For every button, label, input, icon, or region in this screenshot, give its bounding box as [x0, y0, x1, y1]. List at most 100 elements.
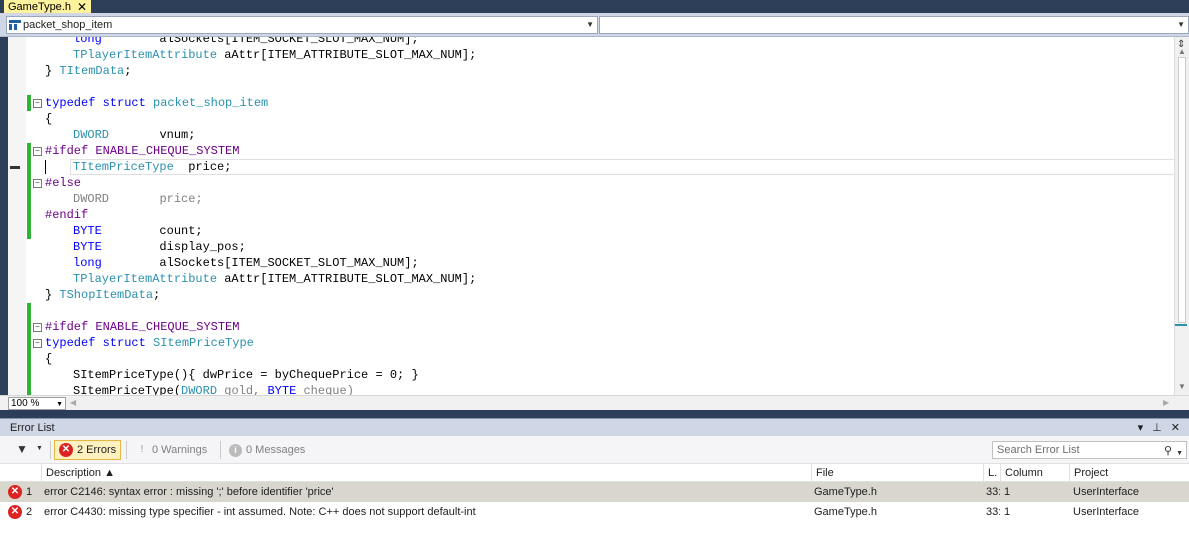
code-token: TPlayerItemAttribute: [73, 272, 218, 286]
scroll-marker: [1175, 324, 1187, 326]
error-description: error C4430: missing type specifier - in…: [44, 506, 476, 518]
scroll-left-icon[interactable]: ◀: [70, 398, 76, 407]
code-token: #ifdef: [45, 320, 89, 334]
code-token: aAttr[ITEM_ATTRIBUTE_SLOT_MAX_NUM];: [217, 272, 477, 286]
error-file: GameType.h: [814, 486, 877, 498]
error-icon: ✕: [8, 485, 22, 499]
close-icon[interactable]: ✕: [77, 1, 87, 13]
tab-title: GameType.h: [8, 0, 71, 13]
code-token: cheque): [296, 384, 354, 395]
chevron-down-icon[interactable]: ▼: [1176, 446, 1183, 462]
code-token: }: [45, 64, 60, 78]
code-line: } TItemData;: [26, 63, 1174, 79]
code-token: long: [73, 256, 102, 270]
code-token: aAttr[ITEM_ATTRIBUTE_SLOT_MAX_NUM];: [217, 48, 477, 62]
table-row[interactable]: ✕ 1 error C2146: syntax error : missing …: [0, 482, 1189, 502]
breakpoint-marker-icon: [10, 166, 20, 169]
code-token: ;: [153, 288, 161, 302]
code-line: [26, 303, 1174, 335]
error-list-toolbar: ▼ ▼ ✕ 2 Errors ! 0 Warnings i 0 Messages…: [0, 436, 1189, 464]
panel-window-controls[interactable]: ▾ ⊥ ✕: [1138, 419, 1183, 437]
code-line: {: [26, 111, 1174, 127]
column-header-icon[interactable]: [0, 464, 42, 482]
error-column: 1: [1004, 486, 1011, 498]
code-token: TShopItemData: [59, 288, 154, 302]
code-token: SItemPriceType(){ dwPrice = byChequePric…: [73, 368, 419, 382]
chevron-down-icon[interactable]: ▼: [586, 20, 594, 29]
scroll-right-icon[interactable]: ▶: [1163, 398, 1169, 407]
errors-filter-button[interactable]: ✕ 2 Errors: [54, 440, 122, 460]
row-number: 1: [26, 486, 33, 498]
chevron-down-icon[interactable]: ▼: [56, 399, 63, 410]
document-tab-strip: GameType.h ✕: [0, 0, 1189, 13]
scope-value: packet_shop_item: [23, 19, 113, 31]
code-line: {: [26, 351, 1174, 383]
code-token: display_pos;: [159, 240, 246, 254]
code-token: #endif: [45, 208, 89, 222]
tab-gametype-h[interactable]: GameType.h ✕: [4, 0, 92, 13]
toolbar-separator: [126, 441, 127, 459]
code-token: count;: [159, 224, 203, 238]
scroll-up-icon[interactable]: ▲: [1178, 47, 1186, 56]
info-icon: i: [229, 443, 242, 457]
scrollbar-thumb[interactable]: [1178, 57, 1186, 323]
collapse-icon[interactable]: −: [33, 323, 42, 332]
scroll-down-icon[interactable]: ▼: [1178, 382, 1186, 391]
error-project: UserInterface: [1073, 506, 1140, 518]
code-line: SItemPriceType(){ dwPrice = byChequePric…: [26, 367, 1174, 395]
column-header-project[interactable]: Project: [1070, 464, 1189, 482]
code-line: DWORD vnum;: [26, 127, 1174, 159]
code-editor[interactable]: long alSockets[ITEM_SOCKET_SLOT_MAX_NUM]…: [0, 37, 1189, 395]
code-token: vnum;: [159, 128, 196, 142]
warnings-filter-button[interactable]: ! 0 Warnings: [132, 440, 211, 460]
member-dropdown[interactable]: ▼: [599, 16, 1189, 34]
code-token: long: [73, 37, 102, 46]
code-token: price;: [159, 192, 203, 206]
code-token: BYTE: [73, 224, 102, 238]
navigation-bar: packet_shop_item ▼ ▼: [0, 13, 1189, 37]
code-line: BYTE display_pos;: [26, 239, 1174, 255]
code-token: {: [45, 352, 53, 366]
collapse-icon[interactable]: −: [33, 339, 42, 348]
code-line: TItemPriceType price;: [26, 159, 1174, 191]
search-error-list-input[interactable]: Search Error List ⚲ ▼: [992, 441, 1187, 459]
code-line: DWORD price;: [26, 191, 1174, 223]
code-token: TItemData: [59, 64, 125, 78]
error-description: error C2146: syntax error : missing ';' …: [44, 486, 334, 498]
code-text-area[interactable]: long alSockets[ITEM_SOCKET_SLOT_MAX_NUM]…: [26, 37, 1189, 395]
code-line: long alSockets[ITEM_SOCKET_SLOT_MAX_NUM]…: [26, 255, 1174, 271]
chevron-down-icon[interactable]: ▼: [1177, 20, 1185, 29]
code-token: #else: [45, 176, 82, 190]
code-token: DWORD: [73, 192, 110, 206]
indicator-margin[interactable]: [8, 37, 26, 395]
code-line: SItemPriceType(DWORD gold, BYTE cheque): [26, 383, 1174, 395]
editor-left-border: [0, 37, 8, 395]
collapse-icon[interactable]: −: [33, 179, 42, 188]
table-row[interactable]: ✕ 2 error C4430: missing type specifier …: [0, 502, 1189, 522]
error-icon: ✕: [8, 505, 22, 519]
code-line: − #ifdef ENABLE_CHEQUE_SYSTEM: [26, 143, 1174, 175]
code-line: #endif: [26, 207, 1174, 239]
collapse-icon[interactable]: −: [33, 99, 42, 108]
collapse-icon[interactable]: −: [33, 147, 42, 156]
warning-icon: !: [140, 444, 144, 455]
column-header-column[interactable]: Column: [1001, 464, 1070, 482]
column-header-line[interactable]: L.: [984, 464, 1001, 482]
code-token: alSockets[ITEM_SOCKET_SLOT_MAX_NUM];: [159, 37, 419, 46]
search-icon[interactable]: ⚲: [1164, 443, 1172, 459]
chevron-down-icon[interactable]: ▼: [36, 445, 43, 452]
text-caret: [45, 160, 46, 174]
error-file: GameType.h: [814, 506, 877, 518]
messages-filter-button[interactable]: i 0 Messages: [225, 440, 309, 460]
column-header-description[interactable]: Description ▲: [42, 464, 812, 482]
horizontal-scrollbar[interactable]: 100 % ▼ ◀ ▶: [0, 395, 1189, 410]
vertical-scrollbar[interactable]: ⇕ ▲ ▼: [1174, 37, 1189, 395]
filter-icon[interactable]: ▼: [16, 442, 28, 456]
code-token: SItemPriceType(: [73, 384, 182, 395]
zoom-dropdown[interactable]: 100 % ▼: [8, 397, 66, 410]
search-placeholder: Search Error List: [997, 444, 1080, 456]
error-project: UserInterface: [1073, 486, 1140, 498]
code-token: BYTE: [267, 384, 297, 395]
column-header-file[interactable]: File: [812, 464, 984, 482]
scope-dropdown[interactable]: packet_shop_item ▼: [6, 16, 598, 34]
